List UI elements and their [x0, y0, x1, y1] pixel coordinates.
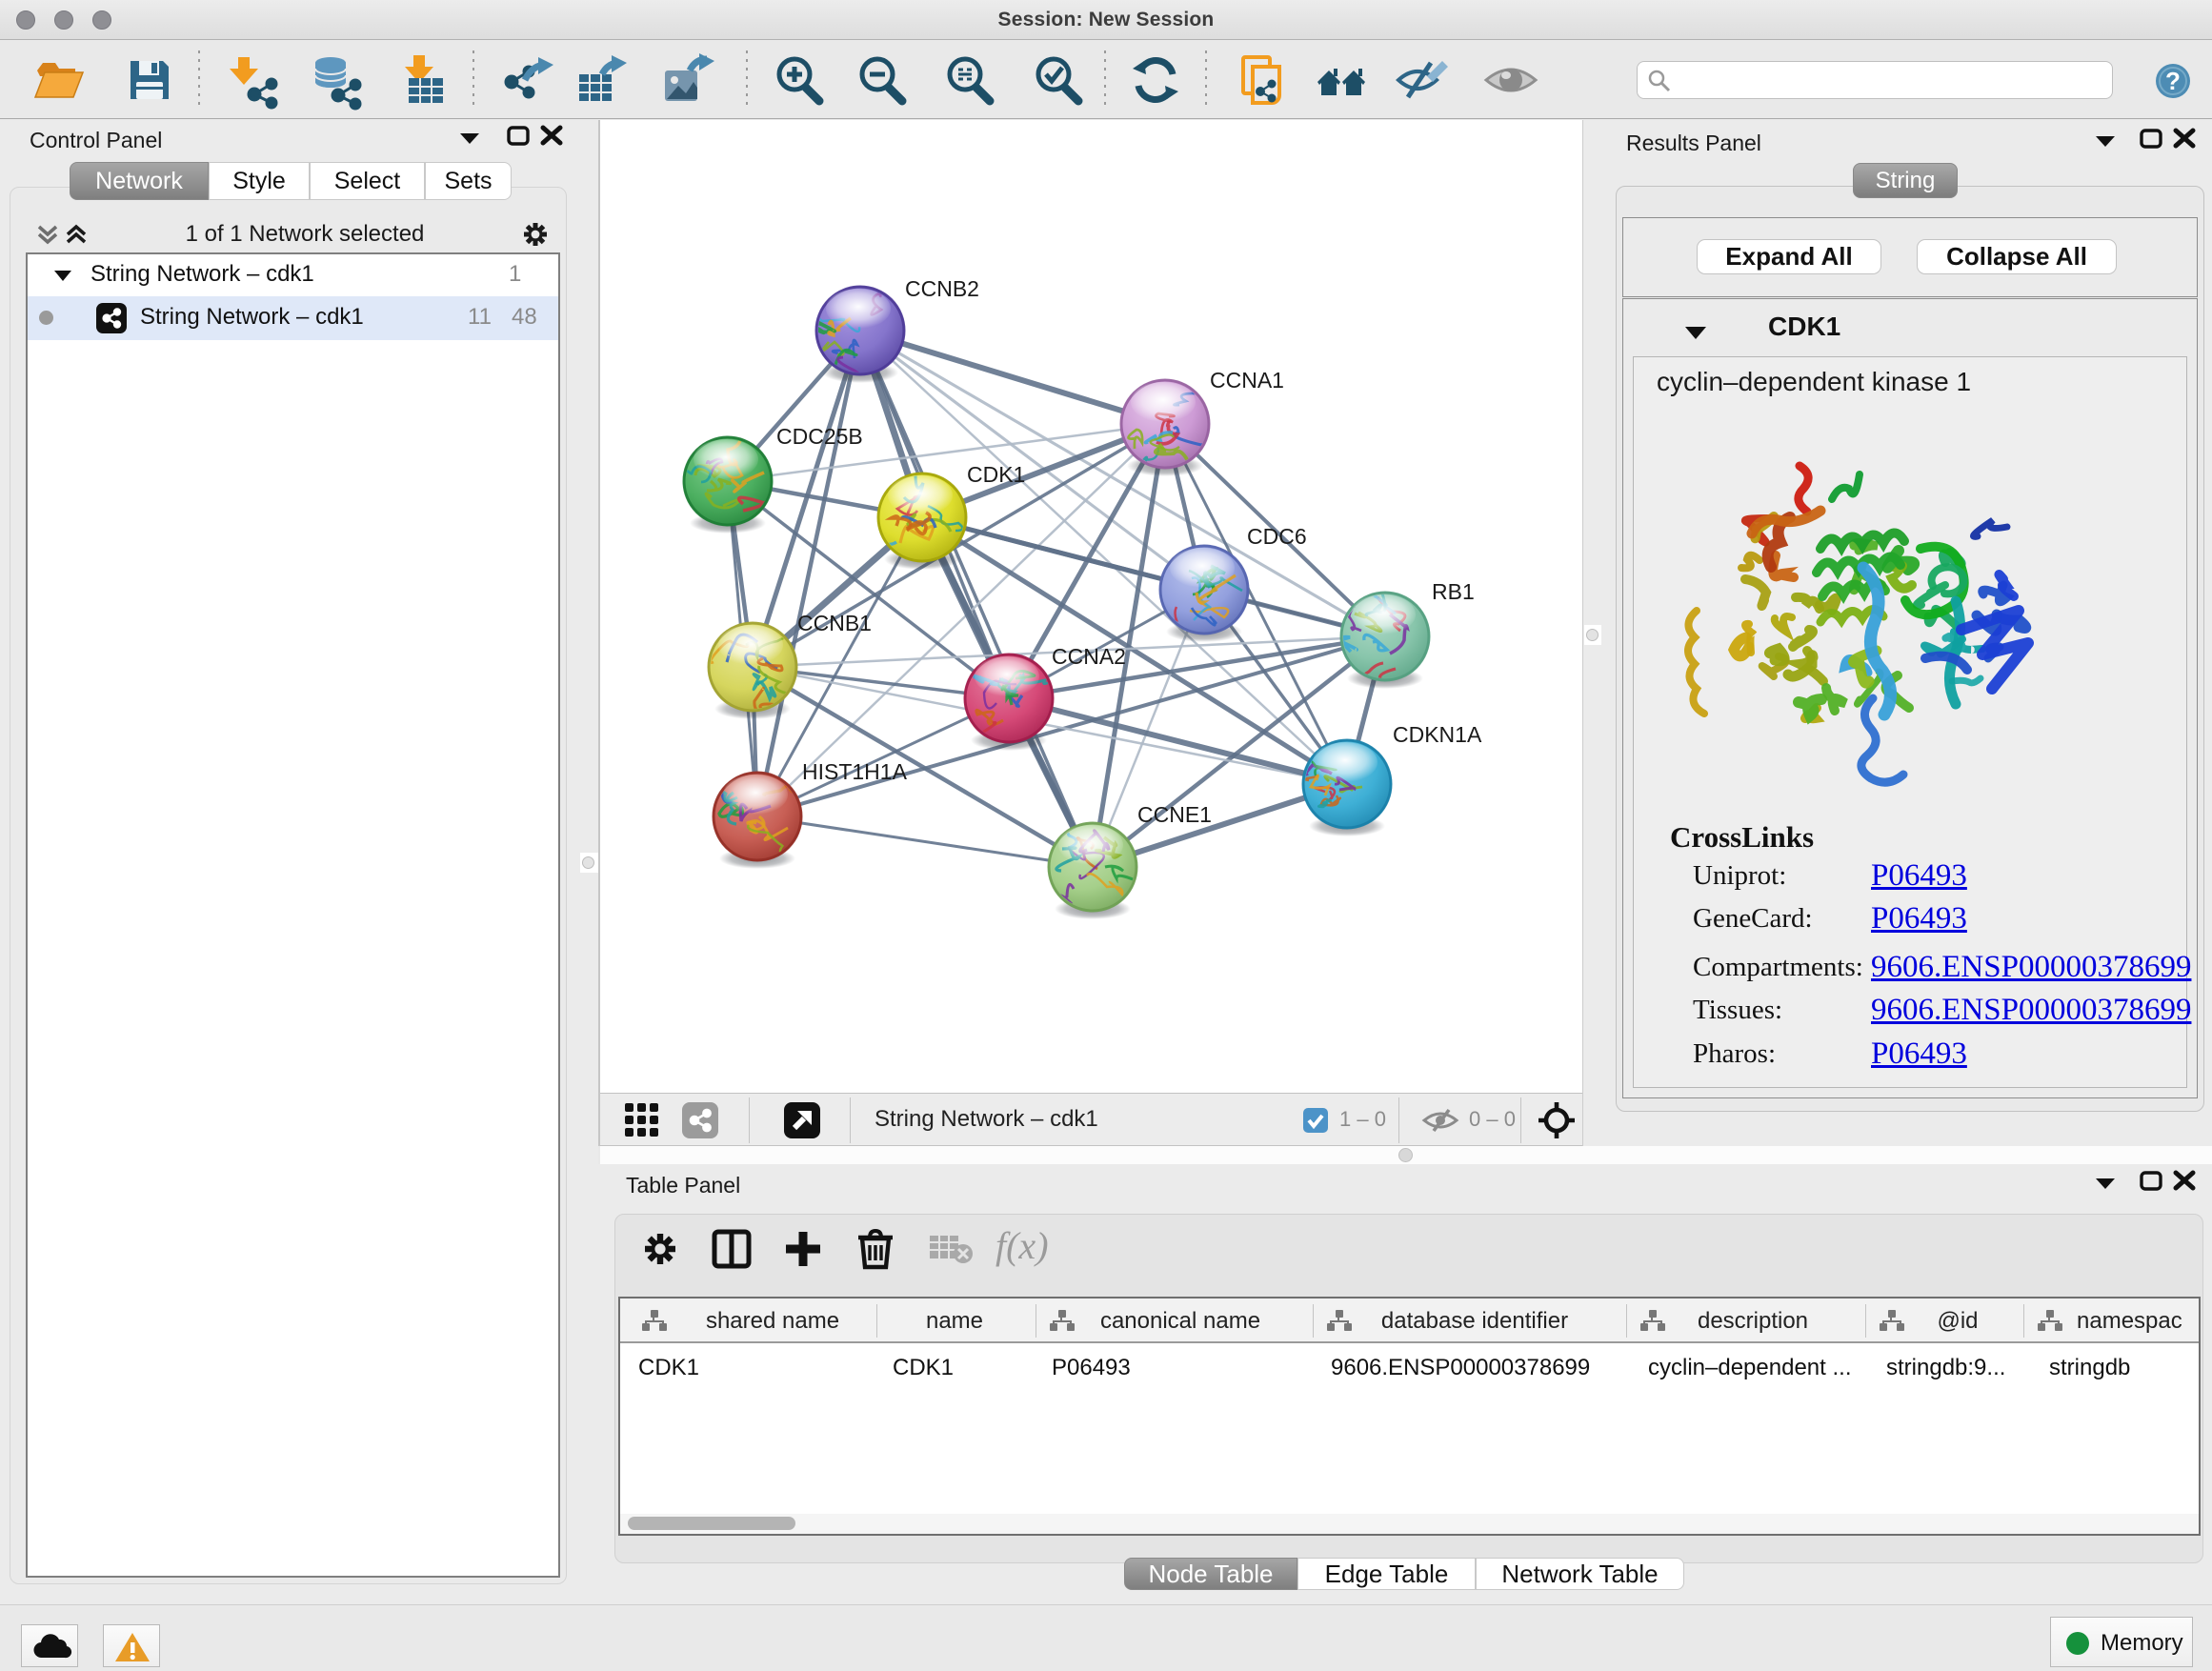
svg-text:CDKN1A: CDKN1A: [1393, 722, 1482, 747]
svg-text:?: ?: [2165, 67, 2181, 95]
svg-text:CCNA1: CCNA1: [1210, 368, 1284, 393]
svg-text:RB1: RB1: [1432, 579, 1475, 604]
svg-text:CCNB2: CCNB2: [905, 276, 979, 301]
svg-text:CDC6: CDC6: [1247, 524, 1307, 549]
svg-text:CCNB1: CCNB1: [797, 611, 872, 635]
svg-text:CDK1: CDK1: [967, 462, 1025, 487]
svg-text:CDC25B: CDC25B: [776, 424, 863, 449]
svg-text:HIST1H1A: HIST1H1A: [802, 759, 908, 784]
svg-text:CCNE1: CCNE1: [1137, 802, 1212, 827]
svg-text:CCNA2: CCNA2: [1052, 644, 1126, 669]
